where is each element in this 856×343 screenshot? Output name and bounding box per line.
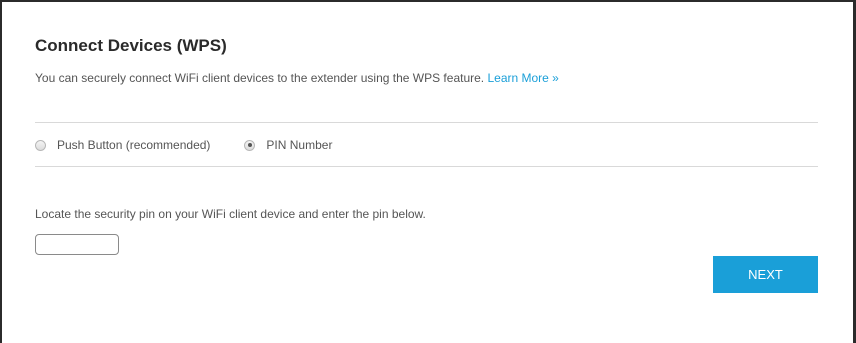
wps-method-radio-group: Push Button (recommended) PIN Number — [35, 136, 332, 154]
pin-number-option[interactable]: PIN Number — [244, 137, 332, 153]
pin-number-label: PIN Number — [266, 138, 333, 152]
push-button-label: Push Button (recommended) — [57, 138, 211, 152]
wps-description: You can securely connect WiFi client dev… — [35, 70, 559, 86]
pin-instruction: Locate the security pin on your WiFi cli… — [35, 207, 426, 221]
next-button[interactable]: NEXT — [713, 256, 818, 293]
pin-input[interactable] — [35, 234, 119, 255]
push-button-option[interactable]: Push Button (recommended) — [35, 137, 210, 153]
push-button-radio[interactable] — [35, 139, 46, 151]
description-text: You can securely connect WiFi client dev… — [35, 71, 488, 85]
pin-number-radio[interactable] — [244, 139, 256, 151]
divider — [35, 122, 818, 123]
page-title: Connect Devices (WPS) — [35, 36, 227, 55]
divider — [35, 166, 818, 167]
learn-more-link[interactable]: Learn More » — [487, 71, 558, 85]
wps-panel: Connect Devices (WPS) You can securely c… — [0, 0, 856, 343]
